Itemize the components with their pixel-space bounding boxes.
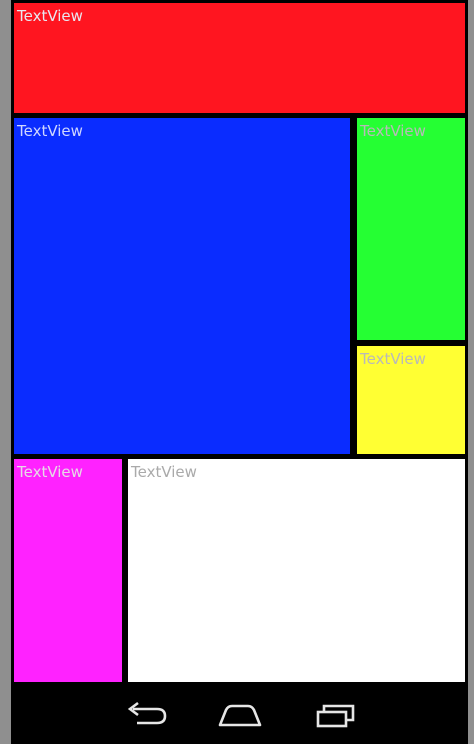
textview-pink-label: TextView: [17, 463, 83, 481]
textview-white: TextView: [128, 459, 465, 682]
textview-blue: TextView: [14, 118, 350, 454]
app-screen: TextView TextView TextView TextView Text…: [11, 0, 468, 744]
home-icon: [218, 704, 262, 727]
recents-icon: [316, 704, 355, 728]
home-button[interactable]: [216, 700, 264, 730]
textview-blue-label: TextView: [17, 122, 83, 140]
textview-pink: TextView: [14, 459, 122, 682]
recents-button[interactable]: [311, 700, 359, 730]
back-icon: [127, 701, 167, 725]
textview-yellow: TextView: [357, 346, 465, 454]
navigation-bar: [11, 684, 468, 744]
textview-green-label: TextView: [360, 122, 426, 140]
textview-red: TextView: [14, 3, 465, 113]
textview-green: TextView: [357, 118, 465, 340]
back-button[interactable]: [121, 700, 169, 730]
textview-white-label: TextView: [131, 463, 197, 481]
textview-red-label: TextView: [17, 7, 83, 25]
textview-yellow-label: TextView: [360, 350, 426, 368]
